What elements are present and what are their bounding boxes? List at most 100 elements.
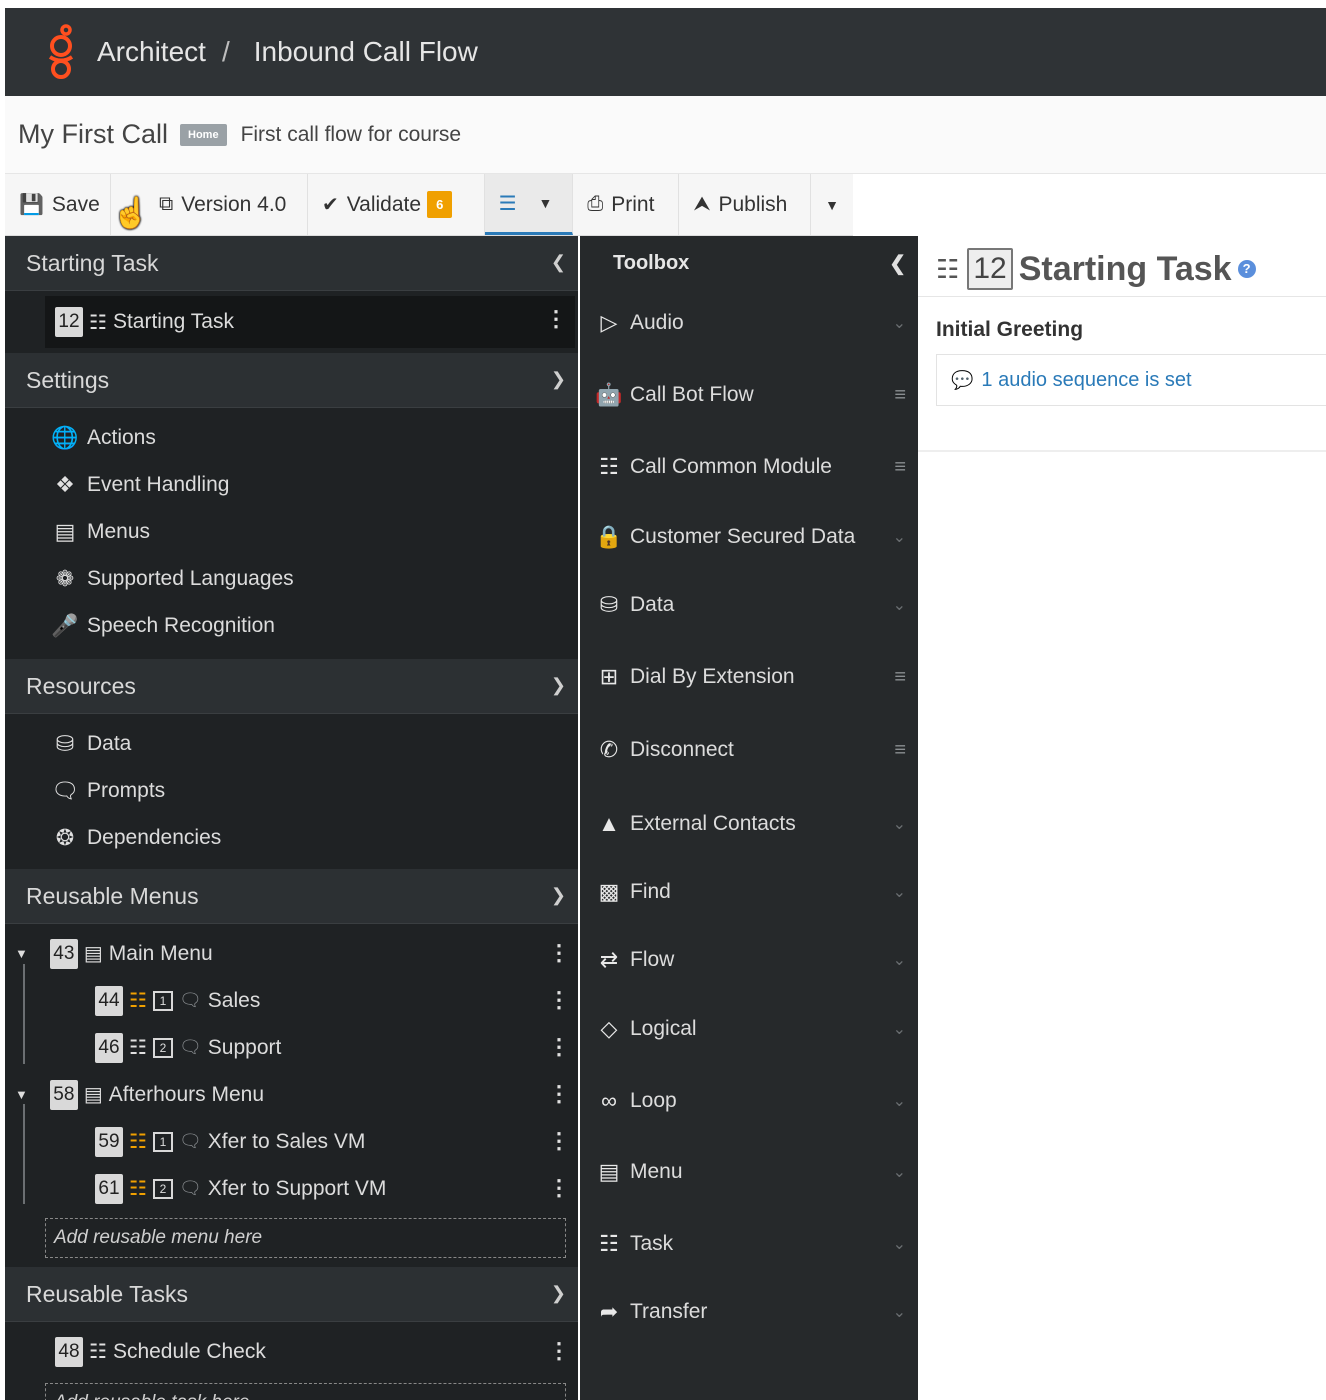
chevron-down-icon[interactable]: ⌄ bbox=[893, 595, 906, 615]
reusable-menu-dropzone[interactable]: Add reusable menu here bbox=[45, 1218, 566, 1258]
starting-task-item[interactable]: 12 ☷ Starting Task ⋮ bbox=[45, 296, 575, 348]
kebab-menu-icon[interactable]: ⋮ bbox=[548, 1128, 570, 1154]
audio-sequence-row[interactable]: 💬 1 audio sequence is set bbox=[936, 354, 1326, 406]
toolbox-item-logical[interactable]: ◇ Logical ⌄ bbox=[580, 1009, 918, 1049]
toolbox-item-transfer[interactable]: ➦ Transfer ⌄ bbox=[580, 1292, 918, 1332]
menu-choice-sales[interactable]: 44 ☷ 1 🗨 Sales ⋮ bbox=[5, 977, 578, 1024]
section-title: Resources bbox=[26, 672, 136, 699]
settings-item-speech-recognition[interactable]: 🎤 Speech Recognition bbox=[51, 602, 578, 649]
menu-list-icon: ▤ bbox=[54, 518, 76, 544]
toolbox-item-dial-by-extension[interactable]: ⊞ Dial By Extension ≡ bbox=[580, 657, 918, 697]
section-starting-task[interactable]: Starting Task ❮ bbox=[5, 236, 578, 291]
drag-grip-icon[interactable]: ≡ bbox=[894, 739, 906, 762]
publish-button[interactable]: ⮝ Publish bbox=[679, 174, 812, 235]
list-view-button[interactable]: ☰ ▼ bbox=[484, 174, 574, 235]
speech-bubble-icon: 🗨 bbox=[178, 1178, 202, 1198]
binoculars-icon: ▩ bbox=[598, 879, 620, 904]
chevron-down-icon[interactable]: ❯ bbox=[551, 1283, 566, 1304]
drag-grip-icon[interactable]: ≡ bbox=[894, 456, 906, 479]
globe-icon: 🌐 bbox=[51, 424, 79, 450]
drag-grip-icon[interactable]: ≡ bbox=[894, 666, 906, 689]
settings-item-actions[interactable]: 🌐 Actions bbox=[51, 414, 578, 461]
chevron-down-icon[interactable]: ⌄ bbox=[893, 1019, 906, 1039]
reusable-task-dropzone[interactable]: Add reusable task here bbox=[45, 1383, 566, 1400]
task-schedule-check[interactable]: 48 ☷ Schedule Check ⋮ bbox=[5, 1328, 578, 1375]
help-icon[interactable]: ? bbox=[1237, 260, 1256, 278]
toolbox-item-external-contacts[interactable]: ▲ External Contacts ⌄ bbox=[580, 804, 918, 844]
save-label: Save bbox=[51, 192, 100, 216]
chevron-down-icon[interactable]: ❯ bbox=[551, 369, 566, 390]
toolbox-item-menu[interactable]: ▤ Menu ⌄ bbox=[580, 1152, 918, 1192]
drag-grip-icon[interactable]: ≡ bbox=[894, 384, 906, 407]
section-resources[interactable]: Resources ❯ bbox=[5, 659, 578, 714]
speech-bubble-icon: 🗨 bbox=[178, 990, 202, 1010]
section-reusable-tasks[interactable]: Reusable Tasks ❯ bbox=[5, 1267, 578, 1322]
chevron-down-icon[interactable]: ⌄ bbox=[893, 313, 906, 333]
toolbox-item-label: Transfer bbox=[630, 1300, 708, 1323]
toolbox-item-flow[interactable]: ⇄ Flow ⌄ bbox=[580, 940, 918, 980]
kebab-menu-icon[interactable]: ⋮ bbox=[545, 306, 567, 332]
chevron-down-icon[interactable]: ▼ bbox=[539, 195, 553, 211]
resources-item-data[interactable]: ⛁ Data bbox=[51, 720, 578, 767]
chevron-down-icon[interactable]: ❯ bbox=[551, 675, 566, 696]
print-button[interactable]: ⎙ Print bbox=[573, 174, 680, 235]
menu-choice-xfer-sales-vm[interactable]: 59 ☷ 1 🗨 Xfer to Sales VM ⋮ bbox=[5, 1118, 578, 1165]
toolbox-item-data[interactable]: ⛁ Data ⌄ bbox=[580, 585, 918, 625]
flow-description: First call flow for course bbox=[240, 122, 462, 146]
divider bbox=[918, 450, 1326, 452]
task-detail-panel: ☷ 12 Starting Task ? Initial Greeting 💬 … bbox=[918, 236, 1326, 1400]
toolbox-item-call-bot-flow[interactable]: 🤖 Call Bot Flow ≡ bbox=[580, 375, 918, 415]
save-button[interactable]: 💾 Save bbox=[5, 174, 111, 235]
dtmf-key-badge: 1 bbox=[152, 1131, 173, 1152]
chevron-down-icon[interactable]: ⌄ bbox=[893, 882, 906, 902]
chevron-down-icon[interactable]: ⌄ bbox=[893, 1234, 906, 1254]
settings-item-supported-languages[interactable]: ❁ Supported Languages bbox=[51, 555, 578, 602]
chevron-down-icon[interactable]: ⌄ bbox=[893, 950, 906, 970]
toolbox-item-loop[interactable]: ∞ Loop ⌄ bbox=[580, 1081, 918, 1121]
validate-button[interactable]: ✔ Validate 6 bbox=[308, 174, 485, 235]
toolbox-item-find[interactable]: ▩ Find ⌄ bbox=[580, 872, 918, 912]
resources-item-prompts[interactable]: 🗨 Prompts bbox=[51, 767, 578, 814]
kebab-menu-icon[interactable]: ⋮ bbox=[548, 940, 570, 966]
menu-choice-support[interactable]: 46 ☷ 2 🗨 Support ⋮ bbox=[5, 1024, 578, 1071]
chevron-down-icon[interactable]: ⌄ bbox=[893, 814, 906, 834]
chevron-left-icon[interactable]: ❮ bbox=[889, 251, 906, 276]
caret-down-icon[interactable]: ▼ bbox=[15, 946, 28, 961]
chevron-left-icon[interactable]: ❮ bbox=[551, 252, 566, 273]
chevron-down-icon[interactable]: ⌄ bbox=[893, 1162, 906, 1182]
toolbox-item-label: Loop bbox=[630, 1089, 677, 1112]
chevron-down-icon[interactable]: ⌄ bbox=[893, 1302, 906, 1322]
print-label: Print bbox=[611, 192, 655, 216]
publish-options-dropdown[interactable]: ▼ bbox=[811, 174, 853, 235]
settings-item-event-handling[interactable]: ❖ Event Handling bbox=[51, 461, 578, 508]
resources-item-dependencies[interactable]: ❂ Dependencies bbox=[51, 814, 578, 861]
kebab-menu-icon[interactable]: ⋮ bbox=[548, 1081, 570, 1107]
audio-sequence-link[interactable]: 1 audio sequence is set bbox=[981, 369, 1191, 392]
toolbox-item-customer-secured-data[interactable]: 🔒 Customer Secured Data ⌄ bbox=[580, 517, 918, 557]
caret-down-icon[interactable]: ▼ bbox=[15, 1087, 28, 1102]
section-settings[interactable]: Settings ❯ bbox=[5, 353, 578, 408]
genesys-logo[interactable] bbox=[33, 8, 89, 96]
dtmf-key-badge: 2 bbox=[152, 1178, 173, 1199]
kebab-menu-icon[interactable]: ⋮ bbox=[548, 1175, 570, 1201]
chevron-down-icon[interactable]: ❯ bbox=[551, 885, 566, 906]
chevron-down-icon[interactable]: ⌄ bbox=[893, 1091, 906, 1111]
loop-icon: ∞ bbox=[601, 1088, 617, 1113]
kebab-menu-icon[interactable]: ⋮ bbox=[548, 987, 570, 1013]
menu-choice-xfer-support-vm[interactable]: 61 ☷ 2 🗨 Xfer to Support VM ⋮ bbox=[5, 1165, 578, 1212]
upload-icon: ⮝ bbox=[693, 193, 711, 215]
toolbox-item-audio[interactable]: ▷ Audio ⌄ bbox=[580, 303, 918, 343]
version-icon: ⧉ bbox=[159, 193, 174, 215]
menu-afterhours-menu[interactable]: ▼ 58 ▤ Afterhours Menu ⋮ bbox=[5, 1071, 578, 1118]
breadcrumb-architect[interactable]: Architect bbox=[97, 36, 206, 68]
kebab-menu-icon[interactable]: ⋮ bbox=[548, 1034, 570, 1060]
chevron-down-icon[interactable]: ⌄ bbox=[893, 527, 906, 547]
menu-main-menu[interactable]: ▼ 43 ▤ Main Menu ⋮ bbox=[5, 930, 578, 977]
section-reusable-menus[interactable]: Reusable Menus ❯ bbox=[5, 869, 578, 924]
choice-label: Xfer to Support VM bbox=[207, 1176, 387, 1200]
toolbox-item-disconnect[interactable]: ✆ Disconnect ≡ bbox=[580, 730, 918, 770]
toolbox-item-call-common-module[interactable]: ☷ Call Common Module ≡ bbox=[580, 447, 918, 487]
kebab-menu-icon[interactable]: ⋮ bbox=[548, 1338, 570, 1364]
toolbox-item-task[interactable]: ☷ Task ⌄ bbox=[580, 1224, 918, 1264]
settings-item-menus[interactable]: ▤ Menus bbox=[51, 508, 578, 555]
